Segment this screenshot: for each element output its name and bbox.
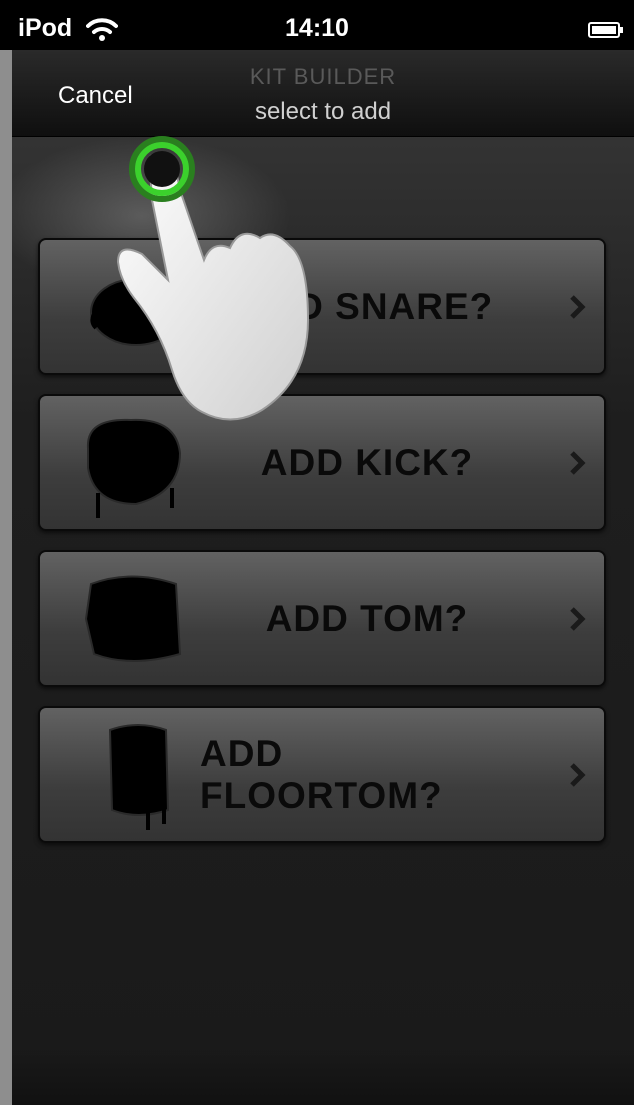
add-tom-button[interactable]: ADD TOM? [38,550,606,687]
touch-point-indicator [129,136,195,202]
battery-charging-icon [588,22,623,38]
bottom-shade [12,1045,634,1105]
chevron-right-icon [570,450,586,475]
kit-builder-screen: Cancel KIT BUILDER select to add ADD SNA… [12,50,634,1105]
nav-bar: Cancel KIT BUILDER select to add [12,50,634,137]
page-subtitle: select to add [254,98,392,125]
add-floortom-button[interactable]: ADD FLOORTOM? [38,706,606,843]
tom-drum-icon [84,575,182,662]
chevron-right-icon [570,606,586,631]
floor-tom-drum-icon [108,724,170,830]
page-title: KIT BUILDER [249,64,397,89]
row-label: ADD FLOORTOM? [200,732,443,816]
status-time: 14:10 [285,14,349,42]
row-label: ADD TOM? [265,597,469,639]
chevron-right-icon [570,294,586,319]
chevron-right-icon [570,762,586,787]
status-bar: iPod 14:10 [0,0,634,50]
